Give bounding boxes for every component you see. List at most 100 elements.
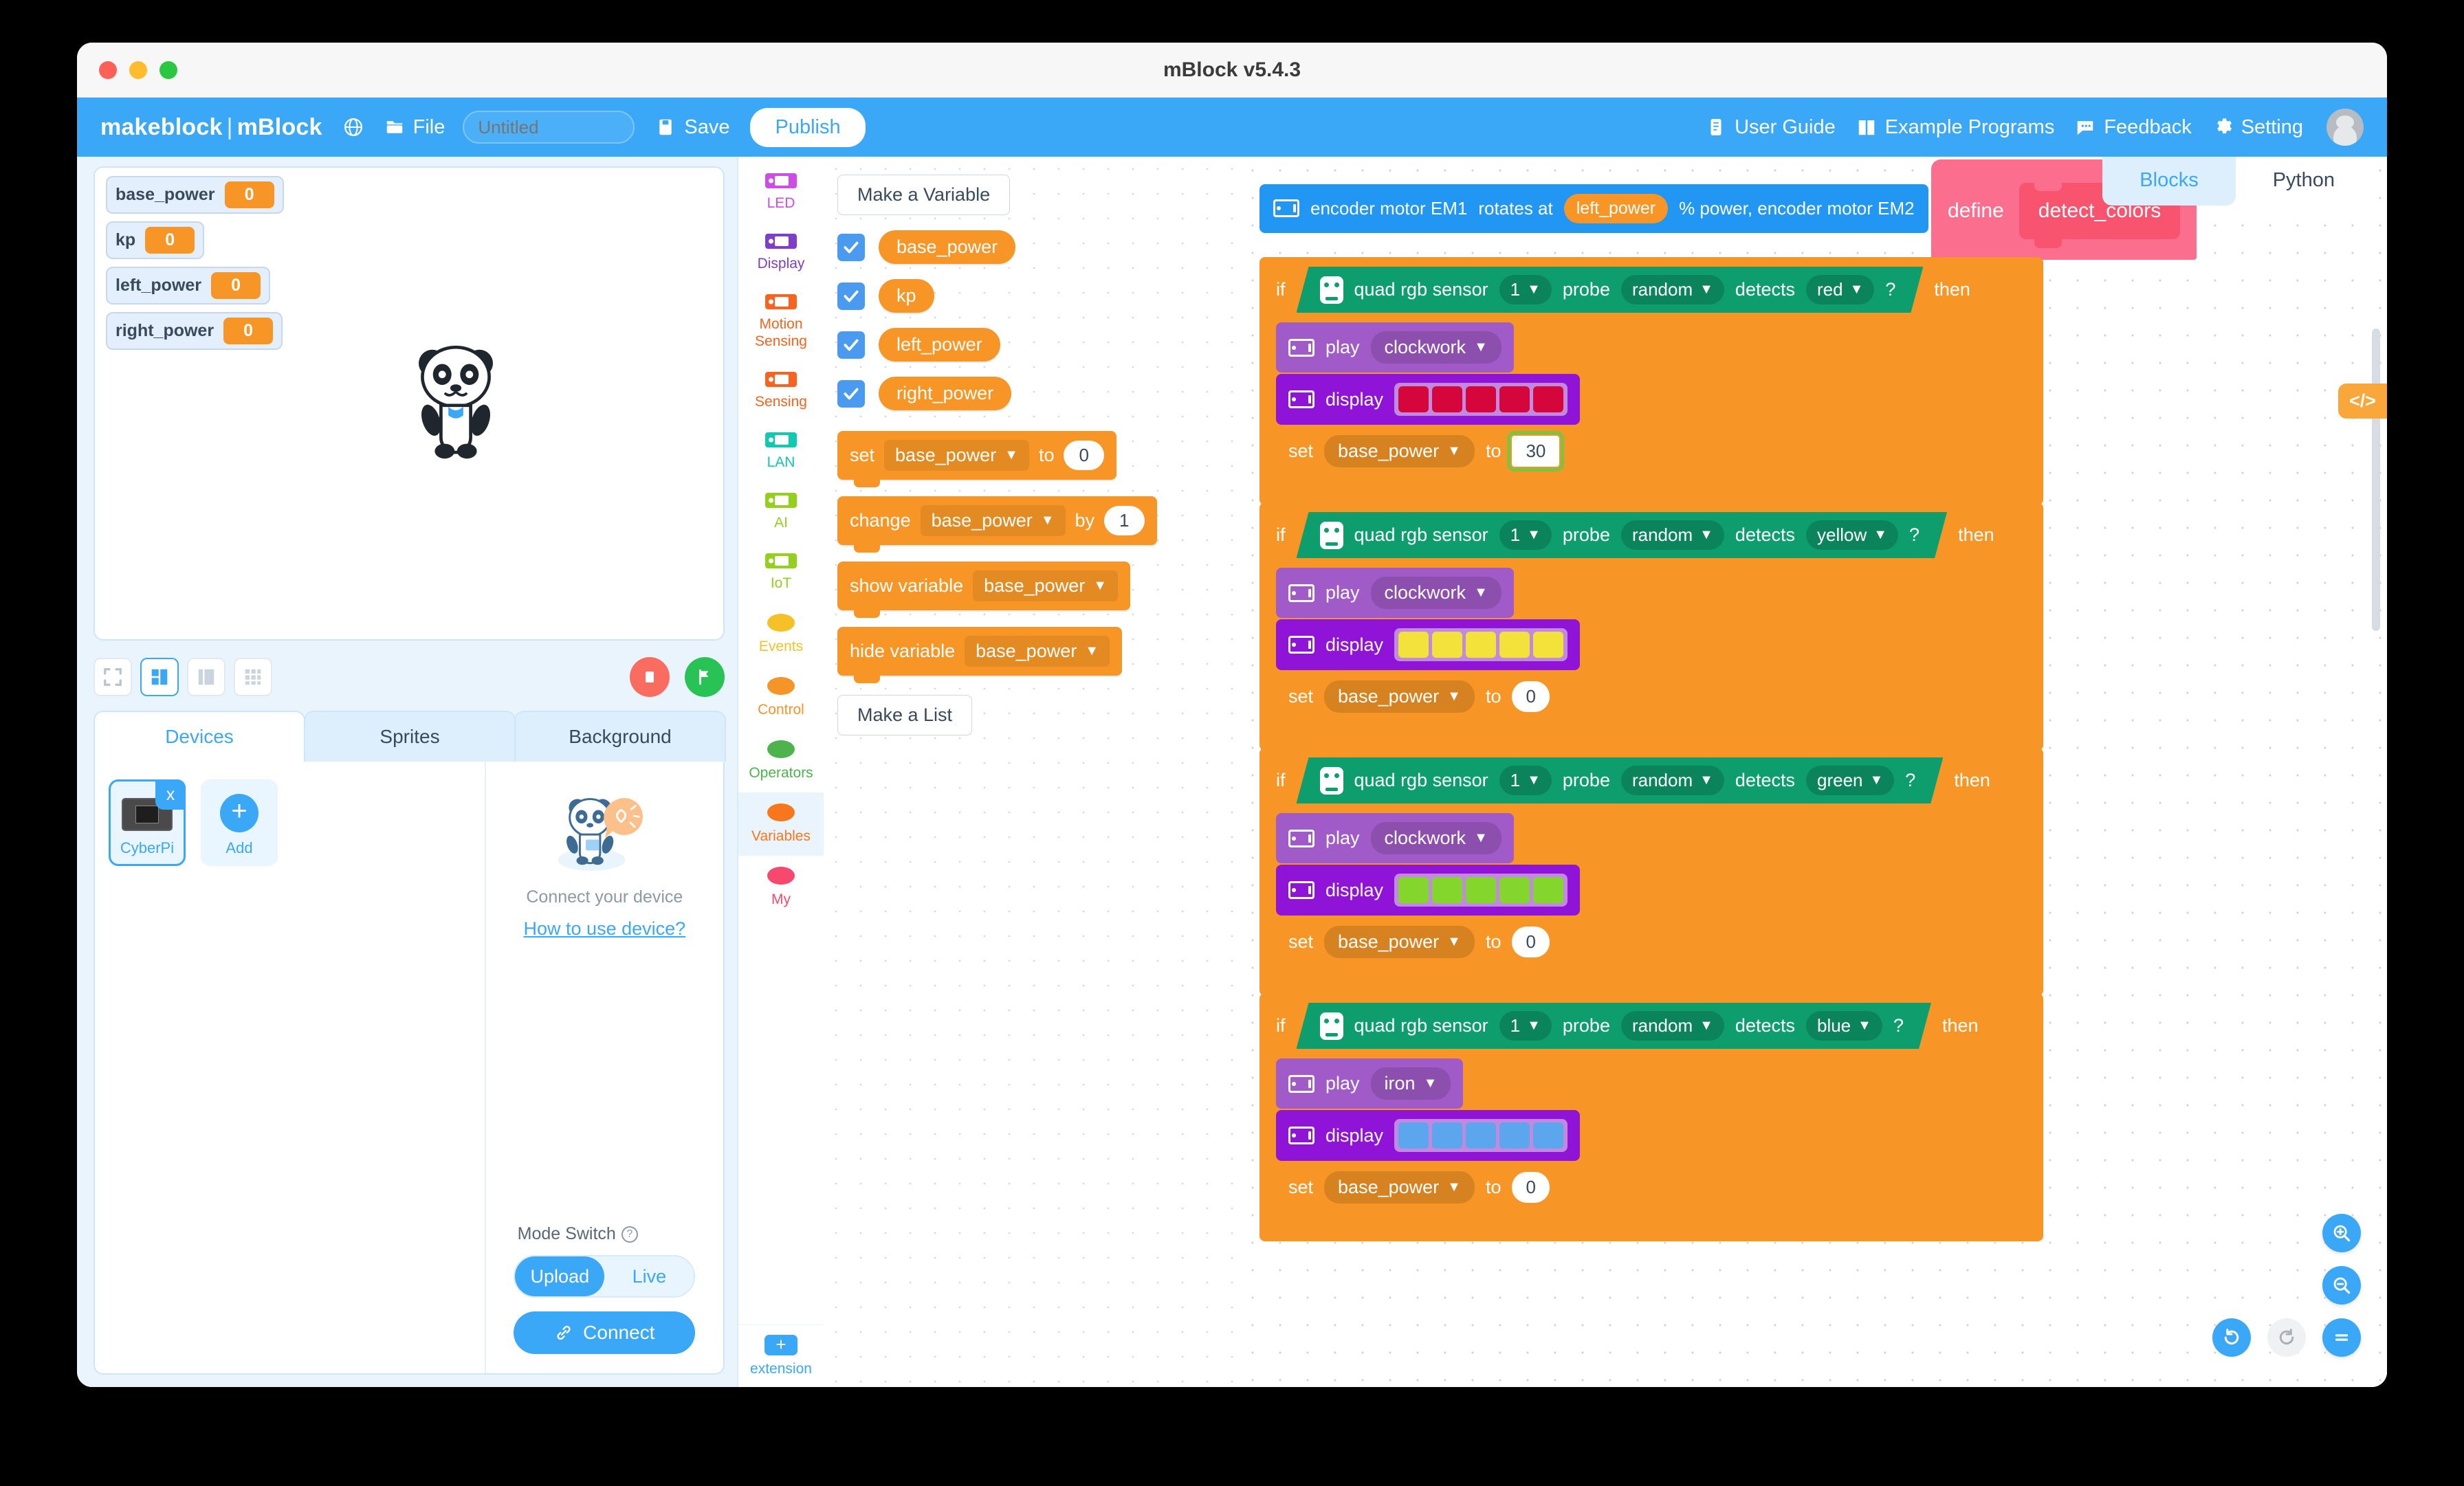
led-cell[interactable] — [1533, 1122, 1564, 1149]
variable-monitor[interactable]: kp 0 — [106, 221, 205, 259]
grid-layout-button[interactable] — [234, 658, 272, 696]
display-led-block[interactable]: display — [1276, 865, 1581, 916]
connect-button[interactable]: Connect — [514, 1311, 696, 1354]
device-card-cyberpi[interactable]: x CyberPi — [109, 779, 186, 866]
mode-live-option[interactable]: Live — [604, 1256, 694, 1296]
zoom-in-button[interactable] — [2322, 1214, 2361, 1252]
tab-sprites[interactable]: Sprites — [304, 711, 516, 762]
panda-sprite[interactable] — [390, 336, 521, 460]
category-variables[interactable]: Variables — [738, 792, 824, 856]
category-sensing[interactable]: Sensing — [738, 361, 824, 421]
small-stage-layout-button[interactable] — [140, 658, 179, 696]
mode-switch[interactable]: Upload Live — [514, 1255, 696, 1298]
show-block-dropdown[interactable]: base_power ▼ — [973, 570, 1118, 601]
variable-checkbox[interactable] — [837, 331, 865, 359]
set-variable-block[interactable]: set base_power ▼ to 0 — [1276, 672, 1562, 722]
category-lan[interactable]: LAN — [738, 421, 824, 482]
set-variable-block[interactable]: set base_power ▼ to 0 — [1276, 1162, 1562, 1212]
variable-monitor[interactable]: right_power 0 — [106, 312, 283, 350]
led-cell[interactable] — [1466, 1122, 1497, 1149]
play-sound-dropdown[interactable]: clockwork ▼ — [1370, 577, 1502, 609]
hide-block-dropdown[interactable]: base_power ▼ — [965, 636, 1110, 667]
led-cell[interactable] — [1432, 877, 1463, 903]
avatar[interactable] — [2326, 109, 2364, 146]
set-value-field[interactable]: 0 — [1512, 1172, 1550, 1203]
mode-upload-option[interactable]: Upload — [515, 1256, 605, 1296]
color-dropdown[interactable]: red ▼ — [1806, 275, 1874, 304]
if-block-yellow[interactable]: if quad rgb sensor 1 ▼ probe random ▼ de… — [1260, 502, 2043, 751]
category-events[interactable]: Events — [738, 603, 824, 666]
hide-variable-block[interactable]: hide variable base_power ▼ — [837, 627, 1123, 683]
led-cell[interactable] — [1533, 877, 1564, 903]
category-display[interactable]: Display — [738, 223, 824, 283]
led-cell[interactable] — [1499, 632, 1530, 658]
encoder-motor-block[interactable]: encoder motor EM1 rotates at left_power … — [1260, 184, 1928, 233]
set-variable-dropdown[interactable]: base_power ▼ — [1324, 926, 1475, 958]
change-variable-block[interactable]: change base_power ▼ by 1 — [837, 496, 1157, 553]
language-button[interactable] — [343, 115, 364, 139]
tab-python[interactable]: Python — [2235, 157, 2372, 206]
sensor-index-dropdown[interactable]: 1 ▼ — [1499, 1011, 1552, 1041]
quad-rgb-sensor-condition[interactable]: quad rgb sensor 1 ▼ probe random ▼ detec… — [1297, 757, 1944, 803]
make-a-variable-button[interactable]: Make a Variable — [837, 175, 1011, 215]
variable-checkbox[interactable] — [837, 379, 865, 408]
change-block-dropdown[interactable]: base_power ▼ — [920, 505, 1066, 536]
quad-rgb-sensor-condition[interactable]: quad rgb sensor 1 ▼ probe random ▼ detec… — [1297, 512, 1948, 558]
led-cell[interactable] — [1398, 386, 1429, 412]
zoom-reset-button[interactable] — [2322, 1318, 2361, 1357]
if-block-green[interactable]: if quad rgb sensor 1 ▼ probe random ▼ de… — [1260, 748, 2043, 996]
variable-monitor[interactable]: base_power 0 — [106, 176, 284, 214]
category-led[interactable]: LED — [738, 162, 824, 223]
zoom-out-button[interactable] — [2322, 1266, 2361, 1305]
display-led-block[interactable]: display — [1276, 1110, 1581, 1161]
set-block-dropdown[interactable]: base_power ▼ — [884, 440, 1029, 471]
stage[interactable]: base_power 0 kp 0 left_power 0 right_pow… — [94, 166, 725, 641]
set-variable-block[interactable]: set base_power ▼ to 30 — [1276, 426, 1572, 476]
example-programs-button[interactable]: Example Programs — [1856, 115, 2054, 139]
led-cell[interactable] — [1398, 877, 1429, 903]
probe-dropdown[interactable]: random ▼ — [1621, 1011, 1724, 1041]
variable-block-kp[interactable]: kp — [879, 279, 934, 313]
variable-monitor[interactable]: left_power 0 — [106, 267, 271, 304]
led-strip-green[interactable] — [1394, 874, 1568, 907]
play-sound-block[interactable]: play clockwork ▼ — [1276, 813, 1514, 863]
led-cell[interactable] — [1466, 386, 1497, 412]
led-cell[interactable] — [1499, 386, 1530, 412]
code-toggle-button[interactable]: </> — [2338, 384, 2387, 419]
category-motion-sensing[interactable]: Motion Sensing — [738, 283, 824, 361]
tab-devices[interactable]: Devices — [94, 711, 305, 762]
if-block-blue[interactable]: if quad rgb sensor 1 ▼ probe random ▼ de… — [1260, 993, 2043, 1241]
feedback-button[interactable]: Feedback — [2075, 115, 2192, 139]
publish-button[interactable]: Publish — [750, 107, 866, 147]
workspace-canvas[interactable]: encoder motor EM1 rotates at left_power … — [1239, 157, 2387, 1387]
sensor-index-dropdown[interactable]: 1 ▼ — [1499, 766, 1552, 795]
display-led-block[interactable]: display — [1276, 619, 1581, 670]
led-strip-red[interactable] — [1394, 383, 1568, 416]
variable-block-base-power[interactable]: base_power — [879, 230, 1016, 264]
how-to-use-device-link[interactable]: How to use device? — [524, 918, 686, 940]
play-sound-dropdown[interactable]: iron ▼ — [1370, 1067, 1451, 1100]
set-value-field[interactable]: 30 — [1507, 431, 1565, 472]
add-device-button[interactable]: + Add — [201, 779, 278, 866]
category-ai[interactable]: AI — [738, 482, 824, 542]
color-dropdown[interactable]: yellow ▼ — [1806, 520, 1898, 550]
sensor-index-dropdown[interactable]: 1 ▼ — [1499, 520, 1552, 550]
variable-block-left-power[interactable]: left_power — [879, 328, 1000, 362]
category-my-blocks[interactable]: My — [738, 856, 824, 919]
quad-rgb-sensor-condition[interactable]: quad rgb sensor 1 ▼ probe random ▼ detec… — [1297, 1003, 1931, 1049]
led-strip-blue[interactable] — [1394, 1119, 1568, 1152]
led-cell[interactable] — [1533, 386, 1564, 412]
category-control[interactable]: Control — [738, 666, 824, 729]
help-icon[interactable]: ? — [621, 1226, 638, 1243]
set-block-value[interactable]: 0 — [1064, 441, 1104, 470]
variable-block-right-power[interactable]: right_power — [879, 377, 1012, 410]
play-sound-dropdown[interactable]: clockwork ▼ — [1370, 331, 1502, 364]
play-sound-dropdown[interactable]: clockwork ▼ — [1370, 822, 1502, 854]
led-cell[interactable] — [1533, 632, 1564, 658]
setting-button[interactable]: Setting — [2212, 115, 2303, 139]
file-menu-button[interactable]: File — [384, 115, 445, 139]
add-extension-button[interactable]: + extension — [738, 1324, 824, 1387]
set-variable-dropdown[interactable]: base_power ▼ — [1324, 680, 1475, 713]
set-variable-block[interactable]: set base_power ▼ to 0 — [837, 431, 1116, 487]
sensor-index-dropdown[interactable]: 1 ▼ — [1499, 275, 1552, 304]
